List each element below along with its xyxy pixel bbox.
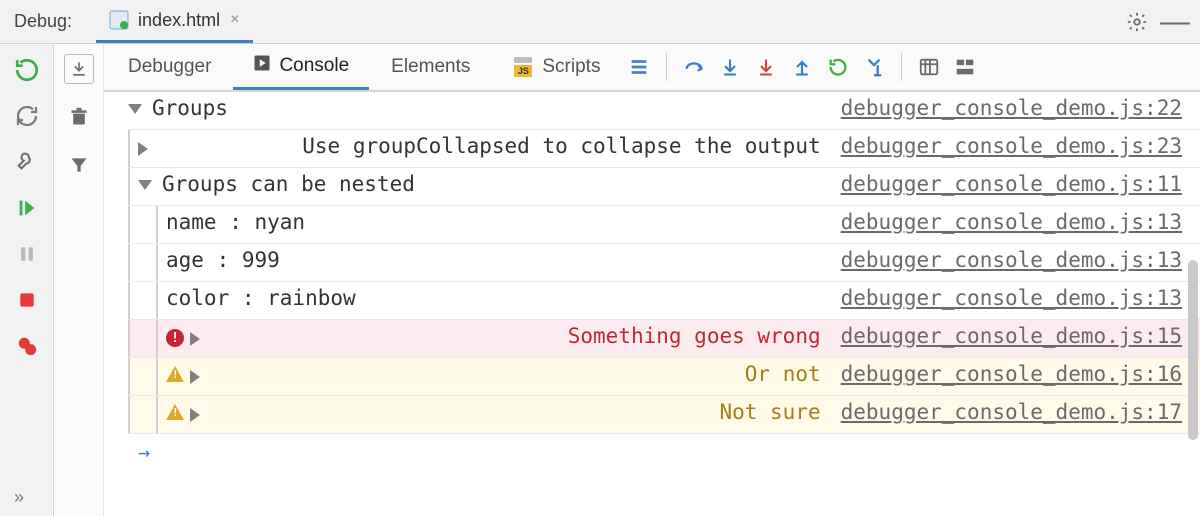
indent-guide bbox=[156, 206, 158, 243]
resume-button[interactable] bbox=[11, 192, 43, 224]
indent-guide bbox=[128, 130, 130, 167]
collapse-icon[interactable] bbox=[138, 180, 152, 190]
list-icon[interactable] bbox=[622, 50, 656, 84]
log-message: Use groupCollapsed to collapse the outpu… bbox=[302, 134, 820, 158]
indent-guide bbox=[156, 358, 158, 395]
warning-icon bbox=[166, 366, 184, 382]
source-link[interactable]: debugger_console_demo.js:11 bbox=[829, 168, 1200, 200]
source-link[interactable]: debugger_console_demo.js:16 bbox=[829, 358, 1200, 390]
more-tools-icon[interactable]: » bbox=[14, 487, 24, 508]
console-output[interactable]: Groups debugger_console_demo.js:22 Use g… bbox=[104, 92, 1200, 516]
error-icon: ! bbox=[166, 329, 184, 347]
refresh-button[interactable] bbox=[11, 100, 43, 132]
step-out-button[interactable] bbox=[785, 50, 819, 84]
rerun-button[interactable] bbox=[11, 54, 43, 86]
source-link[interactable]: debugger_console_demo.js:17 bbox=[829, 396, 1200, 428]
log-row: Groups debugger_console_demo.js:22 bbox=[128, 92, 1200, 130]
log-row-error: ! Something goes wrong debugger_console_d… bbox=[128, 320, 1200, 358]
expand-icon[interactable] bbox=[190, 370, 735, 384]
source-link[interactable]: debugger_console_demo.js:23 bbox=[829, 130, 1200, 162]
scrollbar[interactable] bbox=[1188, 260, 1198, 440]
tab-console[interactable]: Console bbox=[233, 44, 369, 90]
main-area: Debugger Console Elements JS Scripts bbox=[0, 44, 1200, 516]
source-link[interactable]: debugger_console_demo.js:13 bbox=[829, 282, 1200, 314]
indent-guide bbox=[128, 206, 130, 243]
log-message: Not sure bbox=[719, 400, 820, 424]
html-file-icon bbox=[108, 9, 130, 31]
indent-guide bbox=[156, 282, 158, 319]
source-link[interactable]: debugger_console_demo.js:15 bbox=[829, 320, 1200, 352]
console-rail bbox=[54, 44, 104, 516]
expand-icon[interactable] bbox=[138, 142, 292, 156]
log-message: Or not bbox=[745, 362, 821, 386]
log-row: Groups can be nested debugger_console_de… bbox=[128, 168, 1200, 206]
prompt-icon: → bbox=[138, 440, 150, 464]
indent-guide bbox=[128, 358, 130, 395]
js-icon: JS bbox=[512, 57, 534, 77]
force-step-into-button[interactable] bbox=[749, 50, 783, 84]
filter-button[interactable] bbox=[64, 150, 94, 180]
minimize-button[interactable]: — bbox=[1156, 3, 1194, 41]
close-icon[interactable]: × bbox=[228, 11, 241, 29]
collapse-icon[interactable] bbox=[128, 104, 142, 114]
log-message: Groups can be nested bbox=[162, 172, 415, 196]
breakpoints-button[interactable] bbox=[11, 330, 43, 362]
console-input-row[interactable]: → bbox=[128, 434, 1200, 474]
layout-button[interactable] bbox=[948, 50, 982, 84]
tab-elements[interactable]: Elements bbox=[371, 44, 490, 90]
source-link[interactable]: debugger_console_demo.js:22 bbox=[829, 92, 1200, 124]
file-tab[interactable]: index.html × bbox=[96, 0, 253, 43]
log-row: age : 999 debugger_console_demo.js:13 bbox=[128, 244, 1200, 282]
expand-icon[interactable] bbox=[190, 332, 558, 346]
run-to-cursor-button[interactable] bbox=[857, 50, 891, 84]
right-panel: Debugger Console Elements JS Scripts bbox=[104, 44, 1200, 516]
indent-guide bbox=[128, 396, 130, 433]
step-over-button[interactable] bbox=[677, 50, 711, 84]
source-link[interactable]: debugger_console_demo.js:13 bbox=[829, 244, 1200, 276]
log-message: name : nyan bbox=[166, 210, 305, 234]
log-row: Use groupCollapsed to collapse the outpu… bbox=[128, 130, 1200, 168]
title-bar: Debug: index.html × — bbox=[0, 0, 1200, 44]
wrench-settings-button[interactable] bbox=[11, 146, 43, 178]
trash-button[interactable] bbox=[64, 102, 94, 132]
log-row-warning: Not sure debugger_console_demo.js:17 bbox=[128, 396, 1200, 434]
warning-icon bbox=[166, 404, 184, 420]
log-row-warning: Or not debugger_console_demo.js:16 bbox=[128, 358, 1200, 396]
tab-debugger[interactable]: Debugger bbox=[108, 44, 231, 90]
scroll-to-end-button[interactable] bbox=[64, 54, 94, 84]
step-into-button[interactable] bbox=[713, 50, 747, 84]
indent-guide bbox=[128, 168, 130, 205]
indent-guide bbox=[156, 396, 158, 433]
log-row: color : rainbow debugger_console_demo.js… bbox=[128, 282, 1200, 320]
indent-guide bbox=[156, 244, 158, 281]
indent-guide bbox=[128, 282, 130, 319]
indent-guide bbox=[128, 244, 130, 281]
left-rail bbox=[0, 44, 54, 516]
log-message: Groups bbox=[152, 96, 228, 120]
console-run-icon bbox=[253, 54, 271, 78]
log-message: Something goes wrong bbox=[568, 324, 821, 348]
log-message: color : rainbow bbox=[166, 286, 356, 310]
indent-guide bbox=[128, 320, 130, 357]
log-row: name : nyan debugger_console_demo.js:13 bbox=[128, 206, 1200, 244]
expand-icon[interactable] bbox=[190, 408, 709, 422]
file-tab-label: index.html bbox=[138, 10, 220, 31]
drop-frame-button[interactable] bbox=[821, 50, 855, 84]
source-link[interactable]: debugger_console_demo.js:13 bbox=[829, 206, 1200, 238]
log-message: age : 999 bbox=[166, 248, 280, 272]
stop-button[interactable] bbox=[11, 284, 43, 316]
pause-button[interactable] bbox=[11, 238, 43, 270]
indent-guide bbox=[156, 320, 158, 357]
tool-window-title: Debug: bbox=[14, 11, 72, 32]
debugger-tabs: Debugger Console Elements JS Scripts bbox=[104, 44, 1200, 92]
evaluate-expression-button[interactable] bbox=[912, 50, 946, 84]
gear-icon[interactable] bbox=[1118, 3, 1156, 41]
tab-scripts[interactable]: JS Scripts bbox=[492, 44, 620, 90]
